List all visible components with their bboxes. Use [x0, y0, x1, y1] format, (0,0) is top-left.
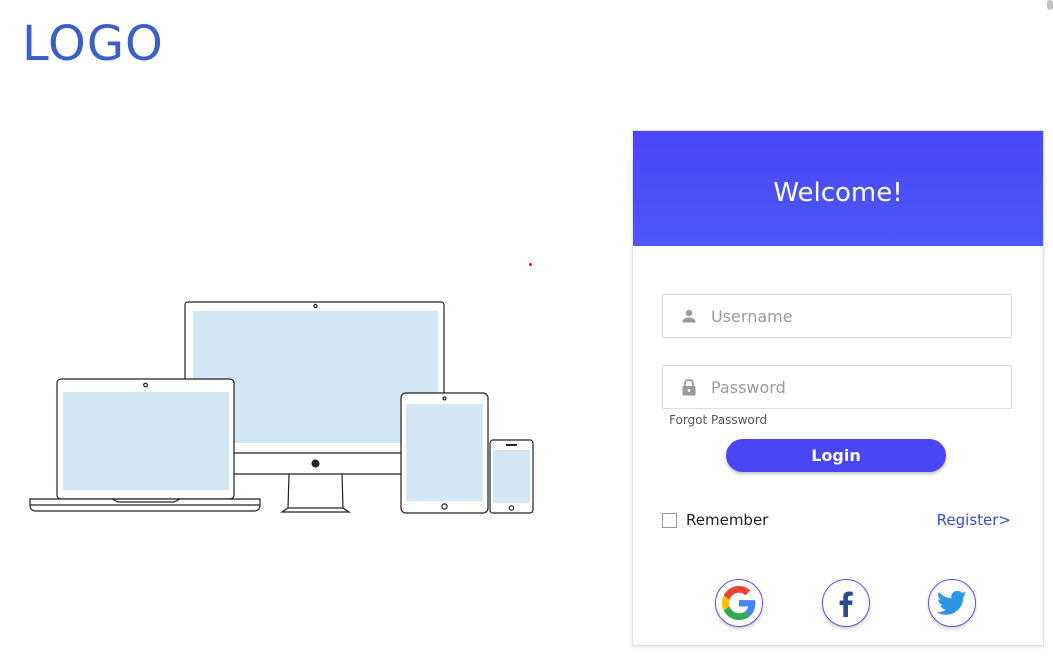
welcome-title: Welcome! — [773, 177, 903, 208]
scrollbar-thumb[interactable] — [1047, 0, 1053, 10]
tablet-icon — [400, 392, 489, 514]
card-header: Welcome! — [633, 131, 1043, 246]
password-input[interactable] — [711, 377, 991, 397]
remember-checkbox[interactable] — [662, 512, 677, 528]
laptop-icon — [29, 378, 261, 512]
user-icon — [681, 307, 697, 325]
remember-label[interactable]: Remember — [686, 511, 768, 529]
red-dot — [529, 263, 532, 266]
password-field[interactable] — [662, 365, 1012, 409]
login-card: Welcome! Forgot Password Login — [632, 130, 1044, 646]
remember-row: Remember — [662, 511, 768, 529]
register-link[interactable]: Register> — [937, 511, 1011, 529]
twitter-login-button[interactable] — [928, 579, 976, 627]
twitter-icon — [937, 590, 967, 615]
facebook-login-button[interactable] — [822, 579, 870, 627]
login-page: LOGO Welcome! Username Forgot Password L… — [0, 0, 1053, 672]
username-field[interactable] — [662, 294, 1012, 338]
login-button[interactable]: Login — [726, 439, 946, 472]
forgot-password-link[interactable]: Forgot Password — [669, 413, 767, 427]
phone-icon — [489, 439, 534, 514]
devices-illustration — [29, 301, 534, 514]
google-login-button[interactable] — [715, 579, 763, 627]
facebook-icon — [839, 591, 853, 617]
username-input[interactable] — [711, 306, 991, 326]
logo[interactable]: LOGO — [22, 12, 164, 76]
google-icon — [722, 586, 756, 620]
lock-icon — [681, 378, 697, 396]
